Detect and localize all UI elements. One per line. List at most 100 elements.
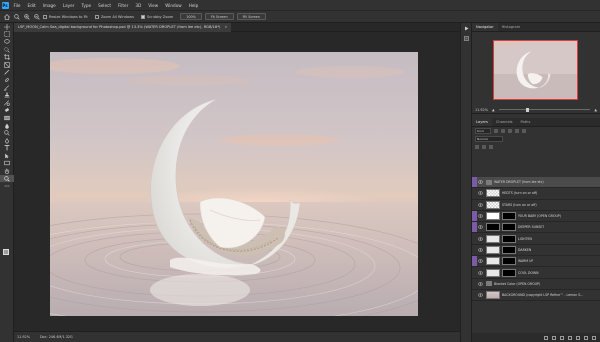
crop-tool-icon[interactable] [0, 53, 14, 61]
lock-position-icon[interactable] [482, 145, 486, 149]
layer-thumbnail[interactable] [486, 212, 500, 221]
layer-row[interactable]: DARKEN [472, 244, 600, 257]
visibility-eye-icon[interactable] [477, 271, 484, 275]
navigator-zoom-slider[interactable] [498, 107, 591, 112]
pen-tool-icon[interactable] [0, 137, 14, 145]
layer-row[interactable]: STARS (turn on or off) [472, 199, 600, 211]
menu-3d[interactable]: 3D [132, 3, 145, 8]
zoom-in-small-icon[interactable]: ▲ [594, 108, 597, 112]
eyedropper-tool-icon[interactable] [0, 69, 14, 77]
layer-row[interactable]: WATER DROPLET (from lee etc) [472, 177, 600, 189]
scrubby-zoom-checkbox[interactable] [140, 14, 145, 19]
adjustment-layer-icon[interactable] [568, 335, 572, 340]
photoshop-logo-icon[interactable]: Ps [0, 0, 10, 10]
navigator-zoom-value[interactable]: 11.92% [475, 108, 488, 112]
folder-icon[interactable] [486, 179, 492, 185]
zoom-out-icon[interactable] [33, 13, 40, 20]
visibility-eye-icon[interactable] [477, 225, 484, 229]
layer-style-icon[interactable] [552, 335, 556, 340]
zoom-slider-knob[interactable] [526, 107, 530, 112]
zoom-100-button[interactable]: 100% [180, 13, 202, 20]
close-icon[interactable]: × [224, 25, 227, 29]
hand-tool-icon[interactable] [0, 167, 14, 175]
move-tool-icon[interactable] [0, 23, 14, 31]
brush-tool-icon[interactable] [0, 84, 14, 92]
layer-row[interactable]: BACKGROUND (copyright LSP Refine™ - Lemo… [472, 289, 600, 302]
home-icon[interactable] [3, 13, 10, 20]
visibility-eye-icon[interactable] [477, 282, 484, 286]
zoom-in-icon[interactable] [23, 13, 30, 20]
layer-thumbnail[interactable] [486, 200, 500, 209]
layer-thumbnail[interactable] [486, 223, 500, 232]
add-mask-icon[interactable] [560, 335, 564, 340]
path-selection-tool-icon[interactable] [0, 152, 14, 160]
visibility-eye-icon[interactable] [477, 203, 484, 207]
document-size-readout[interactable]: Doc: 246.4M/1.32G [40, 335, 73, 339]
new-group-icon[interactable] [576, 335, 580, 340]
more-tools-icon[interactable] [0, 182, 14, 190]
marquee-tool-icon[interactable] [0, 31, 14, 39]
layer-mask-thumbnail[interactable] [502, 212, 516, 221]
adjustment-thumbnail[interactable] [486, 268, 500, 277]
layer-mask-thumbnail[interactable] [502, 257, 516, 266]
tab-channels[interactable]: Channels [492, 118, 517, 126]
adjustment-thumbnail[interactable] [486, 234, 500, 243]
blend-mode-select[interactable]: Normal [475, 136, 503, 142]
layer-thumbnail[interactable] [486, 189, 500, 198]
visibility-eye-icon[interactable] [477, 191, 484, 195]
visibility-eye-icon[interactable] [477, 214, 484, 218]
visibility-eye-icon[interactable] [477, 180, 484, 184]
document-tab[interactable]: LSP_MOON_Calm Sea_digital background for… [14, 23, 232, 32]
zoom-level-readout[interactable]: 11.92% [17, 335, 30, 339]
foreground-color-swatch[interactable] [3, 249, 9, 255]
zoom-tool-icon[interactable] [13, 13, 20, 20]
layer-row[interactable]: YOUR BABY (OPEN GROUP) [472, 210, 600, 223]
history-brush-tool-icon[interactable] [0, 99, 14, 107]
filter-smart-icon[interactable] [522, 129, 526, 133]
layer-thumbnail[interactable] [486, 291, 500, 300]
filter-shape-icon[interactable] [515, 129, 519, 133]
layer-row[interactable]: HEDTS (turn on or off) [472, 188, 600, 200]
gradient-tool-icon[interactable] [0, 114, 14, 122]
menu-edit[interactable]: Edit [24, 3, 39, 8]
menu-window[interactable]: Window [162, 3, 186, 8]
menu-help[interactable]: Help [185, 3, 202, 8]
trash-icon[interactable] [592, 335, 596, 340]
menu-filter[interactable]: Filter [114, 3, 131, 8]
properties-icon[interactable] [461, 33, 472, 43]
layer-row[interactable]: WARM UP [472, 256, 600, 268]
filter-adjustment-icon[interactable] [501, 129, 505, 133]
lock-pixels-icon[interactable] [475, 145, 479, 149]
layer-row[interactable]: COOL DOWN [472, 267, 600, 279]
link-layers-icon[interactable] [544, 335, 548, 340]
fit-screen-button[interactable]: Fit Screen [204, 13, 234, 20]
menu-image[interactable]: Image [39, 3, 59, 8]
visibility-eye-icon[interactable] [477, 293, 484, 297]
clone-stamp-tool-icon[interactable] [0, 91, 14, 99]
lock-all-icon[interactable] [489, 145, 493, 149]
visibility-eye-icon[interactable] [477, 237, 484, 241]
visibility-eye-icon[interactable] [477, 248, 484, 252]
zoom-tool-active-icon[interactable] [0, 174, 14, 183]
new-layer-icon[interactable] [584, 335, 588, 340]
layer-row[interactable]: LIGHTEN [472, 233, 600, 245]
folder-icon[interactable] [486, 281, 492, 287]
tab-paths[interactable]: Paths [517, 118, 535, 126]
layer-mask-thumbnail[interactable] [502, 245, 516, 254]
lasso-tool-icon[interactable] [0, 38, 14, 46]
menu-type[interactable]: Type [78, 3, 95, 8]
navigator-thumbnail[interactable] [493, 40, 578, 100]
play-actions-icon[interactable] [461, 23, 472, 33]
visibility-eye-icon[interactable] [477, 259, 484, 263]
adjustment-thumbnail[interactable] [486, 257, 500, 266]
frame-tool-icon[interactable] [0, 61, 14, 69]
dodge-tool-icon[interactable] [0, 129, 14, 137]
color-swatches[interactable] [3, 249, 12, 258]
fill-screen-button[interactable]: Fill Screen [236, 13, 266, 20]
tab-layers[interactable]: Layers [472, 118, 492, 126]
layer-mask-thumbnail[interactable] [502, 234, 516, 243]
rectangle-tool-icon[interactable] [0, 160, 14, 168]
menu-layer[interactable]: Layer [59, 3, 78, 8]
canvas-area[interactable] [14, 32, 460, 331]
eraser-tool-icon[interactable] [0, 107, 14, 115]
